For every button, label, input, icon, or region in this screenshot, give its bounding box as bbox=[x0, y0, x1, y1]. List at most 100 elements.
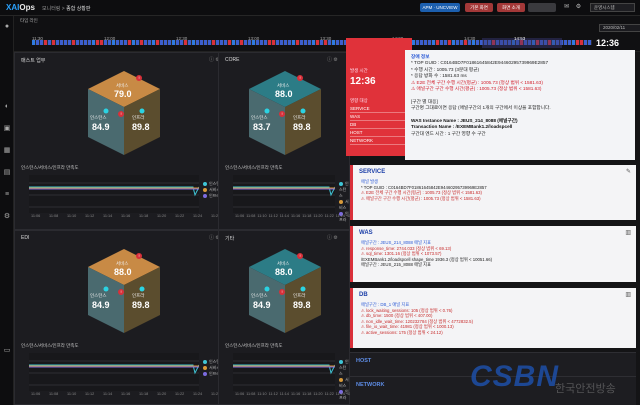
date-picker[interactable]: 2020/02/11 bbox=[599, 24, 640, 32]
chart-x-axis: 11:06 11:08 11:10 11:12 11:14 11:16 11:18 11:20… bbox=[15, 214, 233, 220]
chart-time-label: 11:20 bbox=[157, 214, 167, 218]
document-icon[interactable]: ▤ bbox=[2, 168, 12, 178]
service-value: 88.0 bbox=[275, 89, 293, 99]
instance-value: 84.9 bbox=[92, 300, 110, 310]
trash-icon[interactable]: ▥ bbox=[625, 229, 631, 236]
alert-badge[interactable]: ! bbox=[118, 289, 124, 295]
logo-prefix: XAI bbox=[6, 3, 20, 12]
alert-badge[interactable]: ! bbox=[118, 111, 124, 117]
trash-icon[interactable]: ▥ bbox=[625, 291, 631, 298]
watermark-logo: CSBN bbox=[470, 360, 560, 393]
settings-icon[interactable]: ⚙ bbox=[574, 3, 583, 12]
chart-time-label: 11:16 bbox=[291, 214, 301, 218]
watermark-text: 한국안전방송 bbox=[555, 383, 616, 395]
timeline-tick: 12:00 bbox=[104, 36, 116, 41]
chart-time-label: 11:10 bbox=[257, 214, 267, 218]
alert-badge[interactable]: ! bbox=[279, 289, 285, 295]
bell-icon[interactable]: ✉ bbox=[562, 3, 571, 12]
extra-button[interactable] bbox=[528, 3, 556, 12]
logo-suffix: Ops bbox=[19, 3, 35, 12]
service-card[interactable]: SERVICE ✎ 애널 발생 * TOP GUID : C0164BD7F018… bbox=[350, 165, 636, 220]
app-root: XAIOps 모니터링 > 종합 상황판 APM · UNCVIEW 기본 화면… bbox=[0, 0, 640, 405]
list-icon[interactable]: ≡ bbox=[2, 190, 12, 200]
alert-popup[interactable]: 발생 시간 12:36 영향 대상 SERVICE1WAS4DB1HOST0NE… bbox=[346, 38, 412, 156]
user-icon[interactable]: ● bbox=[2, 22, 12, 32]
chart-time-label: 11:16 bbox=[121, 214, 131, 218]
service-panel[interactable]: 기타 ⓘ ⚙! 서비스 88.0 인스턴스 84.9 인프라 89.8! 인스턴스/서비스/인프… bbox=[218, 230, 356, 405]
instance-label: 인스턴스 bbox=[90, 115, 107, 120]
chart-time-label: 11:24 bbox=[193, 214, 203, 218]
chart-time-label: 11:14 bbox=[279, 392, 290, 396]
system-select[interactable]: 운영시스템 bbox=[590, 3, 635, 12]
gear-icon[interactable]: ⚙ bbox=[2, 212, 12, 222]
infra-value: 89.8 bbox=[132, 122, 150, 132]
was-card[interactable]: WAS ▥ 애널구간 : JEUS_214_8088 애널 지표 ⚠ respon… bbox=[350, 226, 636, 282]
chart-time-label: 11:22 bbox=[324, 392, 334, 396]
wrench-icon[interactable]: ✎ bbox=[626, 168, 631, 175]
card-line: 애널구간 : JEUS_215_8088 애널 지표 bbox=[361, 262, 432, 268]
impact-row-key: WAS bbox=[350, 114, 361, 119]
chart-time-label: 11:14 bbox=[103, 392, 113, 396]
impact-row[interactable]: WAS4 bbox=[350, 113, 408, 121]
alert-badge[interactable]: ! bbox=[297, 253, 303, 259]
chat-icon[interactable]: ▭ bbox=[2, 346, 12, 356]
sidebar: ● ◐ ▣ ▦ ▤ ≡ ⚙ ▭ bbox=[0, 16, 14, 405]
timeline-tick: 11:30 bbox=[32, 36, 43, 41]
chart-x-axis: 11:06 11:08 11:10 11:12 11:14 11:16 11:18 11:20… bbox=[219, 214, 356, 220]
default-view-button[interactable]: 기본 화면 bbox=[465, 3, 493, 12]
timeline-title: 타임 라인 bbox=[20, 18, 38, 23]
app-logo[interactable]: XAIOps bbox=[6, 3, 35, 12]
panel-title: EDI bbox=[21, 235, 30, 241]
chart-time-label: 11:24 bbox=[335, 392, 346, 396]
service-panel[interactable]: 매스트 업무 ⓘ ⚙! 서비스 79.0 인스턴스 84.9 인프라 89.8! 인스턴스/서비… bbox=[14, 52, 232, 230]
chart-time-label: 11:16 bbox=[291, 392, 301, 396]
alert-badge[interactable]: ! bbox=[279, 111, 285, 117]
chart-time-label: 11:20 bbox=[313, 392, 323, 396]
timeline-tick: 12:30 bbox=[176, 36, 188, 41]
chart-time-label: 11:20 bbox=[313, 214, 323, 218]
alert-badge[interactable]: ! bbox=[136, 253, 142, 259]
satisfaction-cube bbox=[249, 249, 321, 333]
grid-icon[interactable]: ▦ bbox=[2, 146, 12, 156]
instance-label: 인스턴스 bbox=[251, 293, 268, 298]
chart-time-label: 11:06 bbox=[31, 392, 41, 396]
panel-title: 매스트 업무 bbox=[21, 58, 46, 64]
alert-badge[interactable]: ! bbox=[136, 75, 142, 81]
timeline-tick: 14:30 bbox=[464, 36, 476, 41]
service-card-title: SERVICE bbox=[359, 169, 386, 175]
chart-time-label: 11:10 bbox=[67, 392, 77, 396]
impact-row[interactable]: HOST0 bbox=[350, 129, 408, 137]
chart-time-label: 11:10 bbox=[67, 214, 77, 218]
breadcrumb-parent[interactable]: 모니터링 bbox=[42, 6, 60, 12]
service-value: 88.0 bbox=[114, 267, 132, 277]
alert-detail[interactable]: 장애 정보 * TOP GUID : C0164BD7F01861645842E… bbox=[405, 50, 635, 160]
instance-label: 인스턴스 bbox=[90, 293, 107, 298]
chart-time-label: 11:12 bbox=[85, 392, 95, 396]
instance-value: 84.9 bbox=[92, 122, 110, 132]
chart-time-label: 11:14 bbox=[279, 214, 290, 218]
db-card[interactable]: DB ▥ 애널구간 : DB_1 애널 지표 ⚠ lock_waiting_ses… bbox=[350, 288, 636, 348]
chart-time-label: 11:12 bbox=[85, 214, 95, 218]
impact-row-key: HOST bbox=[350, 130, 363, 135]
view-intro-button[interactable]: 화면 소개 bbox=[497, 3, 525, 12]
satisfaction-cube bbox=[88, 249, 160, 333]
dashboard-icon[interactable]: ◐ bbox=[2, 102, 12, 112]
chart-time-label: 11:20 bbox=[157, 392, 167, 396]
chart-title: 인스턴스/서비스/인프라 만족도 bbox=[21, 165, 79, 170]
timeline-track[interactable] bbox=[32, 38, 592, 50]
info-icon[interactable]: ⓘ ⚙ bbox=[327, 234, 338, 241]
impact-row[interactable]: DB1 bbox=[350, 121, 408, 129]
infra-value: 89.8 bbox=[293, 122, 311, 132]
impact-row[interactable]: NETWORK0 bbox=[350, 137, 408, 145]
panel-title: CORE bbox=[225, 57, 240, 63]
impact-row[interactable]: SERVICE1 bbox=[350, 105, 408, 113]
panel-title: 기타 bbox=[225, 236, 235, 242]
apm-view-button[interactable]: APM · UNCVIEW bbox=[420, 3, 460, 12]
alert-badge[interactable]: ! bbox=[297, 75, 303, 81]
info-icon[interactable]: ⓘ ⚙ bbox=[327, 56, 338, 63]
service-panel[interactable]: EDI ⓘ ⚙! 서비스 88.0 인스턴스 84.9 인프라 89.8! 인스턴스/서비스/인… bbox=[14, 230, 232, 405]
impact-row-key: SERVICE bbox=[350, 106, 370, 111]
service-value: 88.0 bbox=[275, 267, 293, 277]
chart-icon[interactable]: ▣ bbox=[2, 124, 12, 134]
service-panel[interactable]: CORE ⓘ ⚙! 서비스 88.0 인스턴스 83.7 인프라 89.8! 인스턴스/서비스/… bbox=[218, 52, 356, 230]
